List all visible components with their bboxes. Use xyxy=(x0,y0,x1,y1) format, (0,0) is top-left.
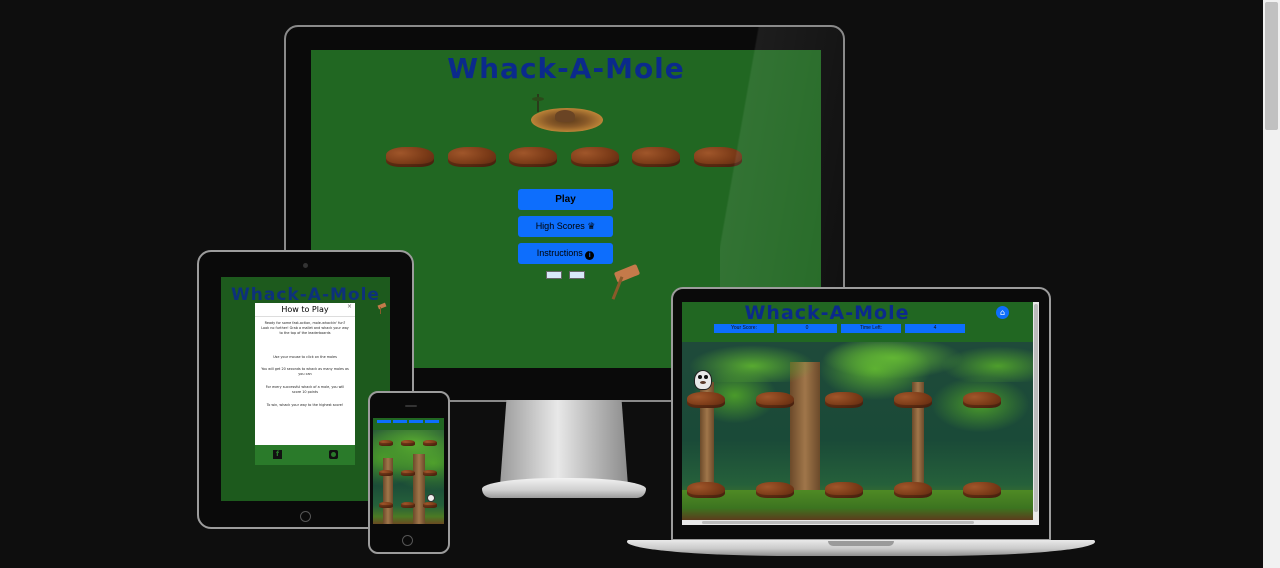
mole-hole-dirt[interactable] xyxy=(756,392,794,408)
mole-hole-dirt[interactable] xyxy=(825,392,863,408)
time-left-label: Time Left: xyxy=(841,324,901,333)
mole-icon[interactable] xyxy=(427,494,435,502)
mole-hole-dirt[interactable] xyxy=(401,440,415,446)
mole-hole-dirt[interactable] xyxy=(448,147,496,167)
modal-instruction-item: To win, whack your way to the highest sc… xyxy=(266,403,344,407)
home-button[interactable]: ⌂ xyxy=(996,306,1009,319)
modal-title: How to Play xyxy=(281,305,329,314)
home-icon: ⌂ xyxy=(999,308,1006,317)
mole-hole-image xyxy=(529,94,605,136)
modal-close-button[interactable]: × xyxy=(347,303,354,310)
tablet-camera xyxy=(303,263,308,268)
modal-intro-text: Ready for some fast-action, mole-whackin… xyxy=(261,321,349,335)
mole-hole-dirt[interactable] xyxy=(687,482,725,498)
tablet-mallet-icon xyxy=(377,302,387,314)
phone-home-button xyxy=(402,535,413,546)
mole-hole-dirt[interactable] xyxy=(509,147,557,167)
modal-footer: f xyxy=(255,445,355,465)
sound-on-icon[interactable] xyxy=(546,271,562,279)
play-button-label: Play xyxy=(555,194,576,205)
play-button[interactable]: Play xyxy=(518,189,613,210)
monitor-stand-neck xyxy=(500,400,628,486)
tablet-screen: Whack-A-Mole How to Play × Ready for som… xyxy=(221,277,390,501)
mole-hole-dirt[interactable] xyxy=(963,392,1001,408)
laptop-screen: Whack-A-Mole ⌂ Your Score: 0 Time Left: … xyxy=(682,302,1039,525)
mole-hole-dirt[interactable] xyxy=(423,502,437,508)
sound-off-icon[interactable] xyxy=(569,271,585,279)
mole-hole-dirt[interactable] xyxy=(963,482,1001,498)
mole-hole-dirt[interactable] xyxy=(386,147,434,167)
phone-speaker xyxy=(405,405,417,407)
tablet-home-button xyxy=(300,511,311,522)
high-scores-button[interactable]: High Scores ♛ xyxy=(518,216,613,237)
laptop-horizontal-scrollbar[interactable] xyxy=(682,520,1033,525)
modal-instruction-item: Use your mouse to click on the moles xyxy=(273,355,337,359)
info-icon: i xyxy=(585,251,595,260)
modal-instruction-item: You will get 20 seconds to whack as many… xyxy=(261,367,349,376)
instructions-button-label: Instructions xyxy=(536,248,583,258)
laptop-page-title: Whack-A-Mole xyxy=(744,302,910,324)
high-scores-button-label: High Scores xyxy=(535,221,585,231)
page-scrollbar[interactable] xyxy=(1263,0,1280,568)
mole-hole-dirt[interactable] xyxy=(379,470,393,476)
github-icon[interactable] xyxy=(329,450,338,459)
mallet-icon xyxy=(607,262,647,302)
time-left-value: 4 xyxy=(905,324,965,333)
phone-screen xyxy=(373,418,444,524)
laptop-notch xyxy=(828,541,894,546)
mole-hole-dirt[interactable] xyxy=(401,502,415,508)
mole-hole-dirt[interactable] xyxy=(632,147,680,167)
score-label: Your Score: xyxy=(714,324,774,333)
mole-hole-dirt[interactable] xyxy=(423,440,437,446)
mole-hole-dirt[interactable] xyxy=(401,470,415,476)
mole-hole-dirt[interactable] xyxy=(423,470,437,476)
mole-hole-dirt[interactable] xyxy=(687,392,725,408)
facebook-icon[interactable]: f xyxy=(273,450,282,459)
crown-icon: ♛ xyxy=(587,221,596,231)
how-to-play-modal: How to Play × Ready for some fast-action… xyxy=(255,303,355,465)
laptop-vertical-scrollbar[interactable] xyxy=(1033,302,1039,525)
scrollbar-thumb[interactable] xyxy=(1265,2,1278,130)
mole-hole-dirt[interactable] xyxy=(894,392,932,408)
tablet-page-title: Whack-A-Mole xyxy=(231,285,380,305)
mole-icon[interactable] xyxy=(692,370,714,394)
mole-hole-dirt[interactable] xyxy=(571,147,619,167)
mole-hole-dirt[interactable] xyxy=(379,502,393,508)
instructions-button[interactable]: Instructions i xyxy=(518,243,613,264)
mole-hole-dirt[interactable] xyxy=(894,482,932,498)
score-value: 0 xyxy=(777,324,837,333)
mole-hole-dirt[interactable] xyxy=(756,482,794,498)
modal-instruction-item: For every successful whack of a mole, yo… xyxy=(265,385,345,394)
mole-hole-dirt[interactable] xyxy=(379,440,393,446)
monitor-stand-base xyxy=(482,478,646,498)
mole-hole-dirt[interactable] xyxy=(825,482,863,498)
